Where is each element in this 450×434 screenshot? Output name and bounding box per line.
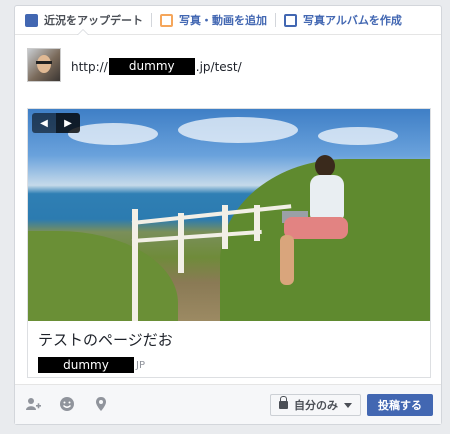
- privacy-label: 自分のみ: [294, 399, 338, 412]
- tab-photo-label: 写真・動画を追加: [179, 14, 267, 27]
- preview-domain: dummy JP: [38, 357, 145, 373]
- composer-tabs: 近況をアップデート 写真・動画を追加 写真アルバムを作成: [15, 6, 441, 35]
- preview-title[interactable]: テストのページだお: [38, 329, 173, 350]
- cloud: [68, 123, 158, 145]
- link-preview[interactable]: ◀ ▶ テストのページだお dummy JP: [27, 108, 431, 378]
- preview-caption: テストのページだお dummy JP: [28, 321, 430, 377]
- pencil-icon: [25, 13, 38, 27]
- next-image-button[interactable]: ▶: [56, 113, 80, 133]
- tab-create-album[interactable]: 写真アルバムを作成: [276, 6, 410, 34]
- avatar-glasses: [36, 61, 52, 64]
- url-redacted-block: dummy: [108, 58, 195, 75]
- user-avatar: [27, 48, 61, 82]
- album-icon: [284, 13, 297, 27]
- prev-image-button[interactable]: ◀: [32, 113, 56, 133]
- tab-add-photo-video[interactable]: 写真・動画を追加: [152, 6, 275, 34]
- fence-post: [178, 213, 184, 273]
- status-input[interactable]: http:// dummy .jp/test/: [71, 58, 242, 75]
- caret-down-icon: [344, 402, 352, 408]
- foreground-grass: [28, 231, 178, 321]
- person-legs: [284, 217, 348, 239]
- post-button[interactable]: 投稿する: [367, 394, 433, 416]
- person-body: [310, 175, 344, 219]
- privacy-selector[interactable]: 自分のみ: [270, 394, 361, 416]
- tab-status-label: 近況をアップデート: [44, 14, 143, 27]
- composer-footer: 自分のみ 投稿する: [15, 384, 441, 424]
- person-head: [315, 155, 335, 177]
- lock-icon: [279, 396, 288, 409]
- fence-post: [132, 209, 138, 321]
- url-prefix: http://: [71, 59, 108, 74]
- url-suffix: .jp/test/: [195, 59, 242, 74]
- person-leg: [280, 235, 294, 285]
- avatar-face: [37, 55, 51, 73]
- feeling-icon[interactable]: [59, 396, 75, 412]
- tag-friends-icon[interactable]: [25, 396, 41, 412]
- preview-image-nav: ◀ ▶: [32, 113, 80, 133]
- domain-suffix: JP: [136, 359, 145, 371]
- location-icon[interactable]: [93, 396, 109, 412]
- preview-image: ◀ ▶: [28, 109, 430, 321]
- cloud: [178, 117, 298, 143]
- tab-status-update[interactable]: 近況をアップデート: [15, 6, 151, 35]
- tab-album-label: 写真アルバムを作成: [303, 14, 402, 27]
- post-composer: 近況をアップデート 写真・動画を追加 写真アルバムを作成 http:// dum…: [14, 5, 442, 425]
- photo-icon: [160, 13, 173, 27]
- cloud: [318, 127, 398, 145]
- domain-redacted-block: dummy: [38, 357, 134, 373]
